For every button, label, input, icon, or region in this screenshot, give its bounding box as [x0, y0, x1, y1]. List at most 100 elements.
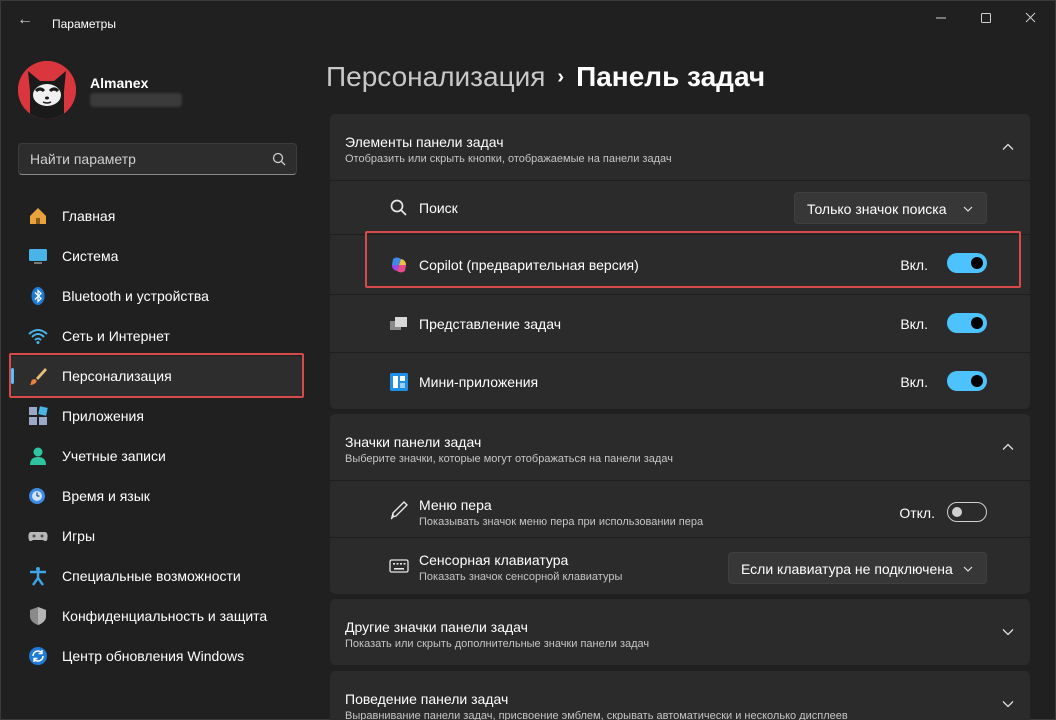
- breadcrumb-parent[interactable]: Персонализация: [326, 61, 545, 92]
- chevron-down-icon: [963, 206, 973, 212]
- sidebar-item-label: Игры: [62, 528, 96, 544]
- pen-icon: [390, 501, 408, 520]
- chevron-down-icon[interactable]: [1001, 697, 1015, 711]
- sidebar-item-accounts[interactable]: Учетные записи: [9, 436, 303, 476]
- update-icon: [29, 647, 47, 665]
- sidebar-nav: Главная Система Bluetooth и устройства С…: [9, 196, 305, 676]
- blurred-email: [90, 93, 182, 107]
- home-icon: [30, 208, 46, 224]
- task-view-row: Представление задач Вкл.: [330, 294, 1030, 352]
- search-mode-value: Только значок поиска: [807, 201, 947, 217]
- corner-icons-card: Значки панели задач Выберите значки, кот…: [330, 414, 1030, 594]
- touch-keyboard-row: Сенсорная клавиатура Показать значок сен…: [330, 537, 1030, 594]
- sidebar-item-system[interactable]: Система: [9, 236, 303, 276]
- sidebar-item-time-language[interactable]: Время и язык: [9, 476, 303, 516]
- close-button[interactable]: [1020, 9, 1042, 27]
- active-indicator: [11, 368, 14, 384]
- touch-keyboard-dropdown[interactable]: Если клавиатура не подключена: [728, 552, 987, 584]
- taskbar-items-header[interactable]: Элементы панели задач Отобразить или скр…: [330, 114, 1030, 180]
- toggle-knob: [952, 507, 962, 517]
- overflow-icons-card[interactable]: Другие значки панели задач Показать или …: [330, 599, 1030, 665]
- page-title: Панель задач: [576, 61, 766, 92]
- section-subtitle: Выравнивание панели задач, присвоение эм…: [345, 710, 848, 720]
- section-subtitle: Показать или скрыть дополнительные значк…: [345, 638, 650, 650]
- sidebar-item-accessibility[interactable]: Специальные возможности: [9, 556, 303, 596]
- sidebar-item-label: Сеть и Интернет: [62, 328, 170, 344]
- minimize-button[interactable]: [930, 9, 952, 27]
- title-bar: ← Параметры: [1, 1, 1055, 37]
- task-view-icon: [390, 317, 407, 330]
- sidebar-item-apps[interactable]: Приложения: [9, 396, 303, 436]
- sidebar-item-label: Главная: [62, 208, 116, 224]
- pen-menu-state: Откл.: [899, 505, 935, 521]
- widgets-state: Вкл.: [900, 374, 928, 390]
- touch-keyboard-desc: Показать значок сенсорной клавиатуры: [419, 571, 623, 583]
- pen-menu-row: Меню пера Показывать значок меню пера пр…: [330, 480, 1030, 537]
- touch-keyboard-label: Сенсорная клавиатура: [419, 552, 569, 568]
- section-title: Поведение панели задач: [345, 691, 509, 707]
- task-view-toggle[interactable]: [947, 313, 987, 333]
- sidebar-item-label: Персонализация: [62, 368, 172, 384]
- toggle-knob: [971, 257, 983, 269]
- section-title: Значки панели задач: [345, 434, 482, 450]
- corner-icons-header[interactable]: Значки панели задач Выберите значки, кот…: [330, 414, 1030, 480]
- section-title: Другие значки панели задач: [345, 619, 528, 635]
- chevron-down-icon: [963, 566, 973, 572]
- search-input[interactable]: [19, 144, 259, 174]
- search-mode-dropdown[interactable]: Только значок поиска: [794, 192, 987, 224]
- section-subtitle: Выберите значки, которые могут отображат…: [345, 453, 673, 465]
- wifi-icon: [28, 329, 48, 344]
- sidebar-item-bluetooth[interactable]: Bluetooth и устройства: [9, 276, 303, 316]
- overflow-icons-header[interactable]: Другие значки панели задач Показать или …: [330, 599, 1030, 665]
- widgets-row: Мини-приложения Вкл.: [330, 352, 1030, 409]
- system-icon: [29, 249, 47, 264]
- search-row: Поиск Только значок поиска: [330, 180, 1030, 234]
- sidebar-item-windows-update[interactable]: Центр обновления Windows: [9, 636, 303, 676]
- breadcrumb: Персонализация › Панель задач: [326, 61, 765, 93]
- search-label: Поиск: [419, 200, 458, 216]
- widgets-label: Мини-приложения: [419, 374, 539, 390]
- sidebar-item-label: Специальные возможности: [62, 568, 241, 584]
- behaviors-header[interactable]: Поведение панели задач Выравнивание пане…: [330, 671, 1030, 720]
- search-box[interactable]: [18, 143, 297, 175]
- copilot-toggle[interactable]: [947, 253, 987, 273]
- copilot-state: Вкл.: [900, 257, 928, 273]
- accessibility-icon: [30, 567, 46, 586]
- sidebar-item-label: Время и язык: [62, 488, 150, 504]
- sidebar-item-network[interactable]: Сеть и Интернет: [9, 316, 303, 356]
- gamepad-icon: [28, 532, 48, 542]
- sidebar-item-label: Bluetooth и устройства: [62, 288, 209, 304]
- widgets-toggle[interactable]: [947, 371, 987, 391]
- copilot-row: Copilot (предварительная версия) Вкл.: [330, 234, 1030, 294]
- avatar[interactable]: [18, 61, 76, 119]
- touch-keyboard-value: Если клавиатура не подключена: [741, 561, 953, 577]
- sidebar-item-personalization[interactable]: Персонализация: [9, 356, 303, 396]
- brush-icon: [30, 368, 47, 385]
- sidebar-item-label: Учетные записи: [62, 448, 166, 464]
- search-icon[interactable]: [272, 152, 286, 166]
- toggle-knob: [971, 375, 983, 387]
- task-view-label: Представление задач: [419, 316, 561, 332]
- pen-menu-toggle[interactable]: [947, 502, 987, 522]
- pen-menu-desc: Показывать значок меню пера при использо…: [419, 516, 704, 528]
- behaviors-card[interactable]: Поведение панели задач Выравнивание пане…: [330, 671, 1030, 720]
- toggle-knob: [971, 317, 983, 329]
- cat-avatar-icon: [18, 61, 76, 119]
- copilot-icon: [392, 257, 406, 273]
- sidebar-item-home[interactable]: Главная: [9, 196, 303, 236]
- maximize-button[interactable]: [975, 9, 997, 27]
- widgets-icon: [390, 373, 408, 391]
- sidebar-item-gaming[interactable]: Игры: [9, 516, 303, 556]
- task-view-state: Вкл.: [900, 316, 928, 332]
- section-subtitle: Отобразить или скрыть кнопки, отображаем…: [345, 153, 672, 165]
- sidebar-item-privacy[interactable]: Конфиденциальность и защита: [9, 596, 303, 636]
- close-icon: [1025, 12, 1036, 23]
- app-title: Параметры: [52, 17, 116, 31]
- apps-icon: [29, 406, 48, 425]
- breadcrumb-separator: ›: [557, 66, 565, 88]
- chevron-up-icon[interactable]: [1001, 140, 1015, 154]
- chevron-down-icon[interactable]: [1001, 625, 1015, 639]
- back-button[interactable]: ←: [13, 11, 37, 29]
- account-icon: [30, 447, 46, 465]
- chevron-up-icon[interactable]: [1001, 440, 1015, 454]
